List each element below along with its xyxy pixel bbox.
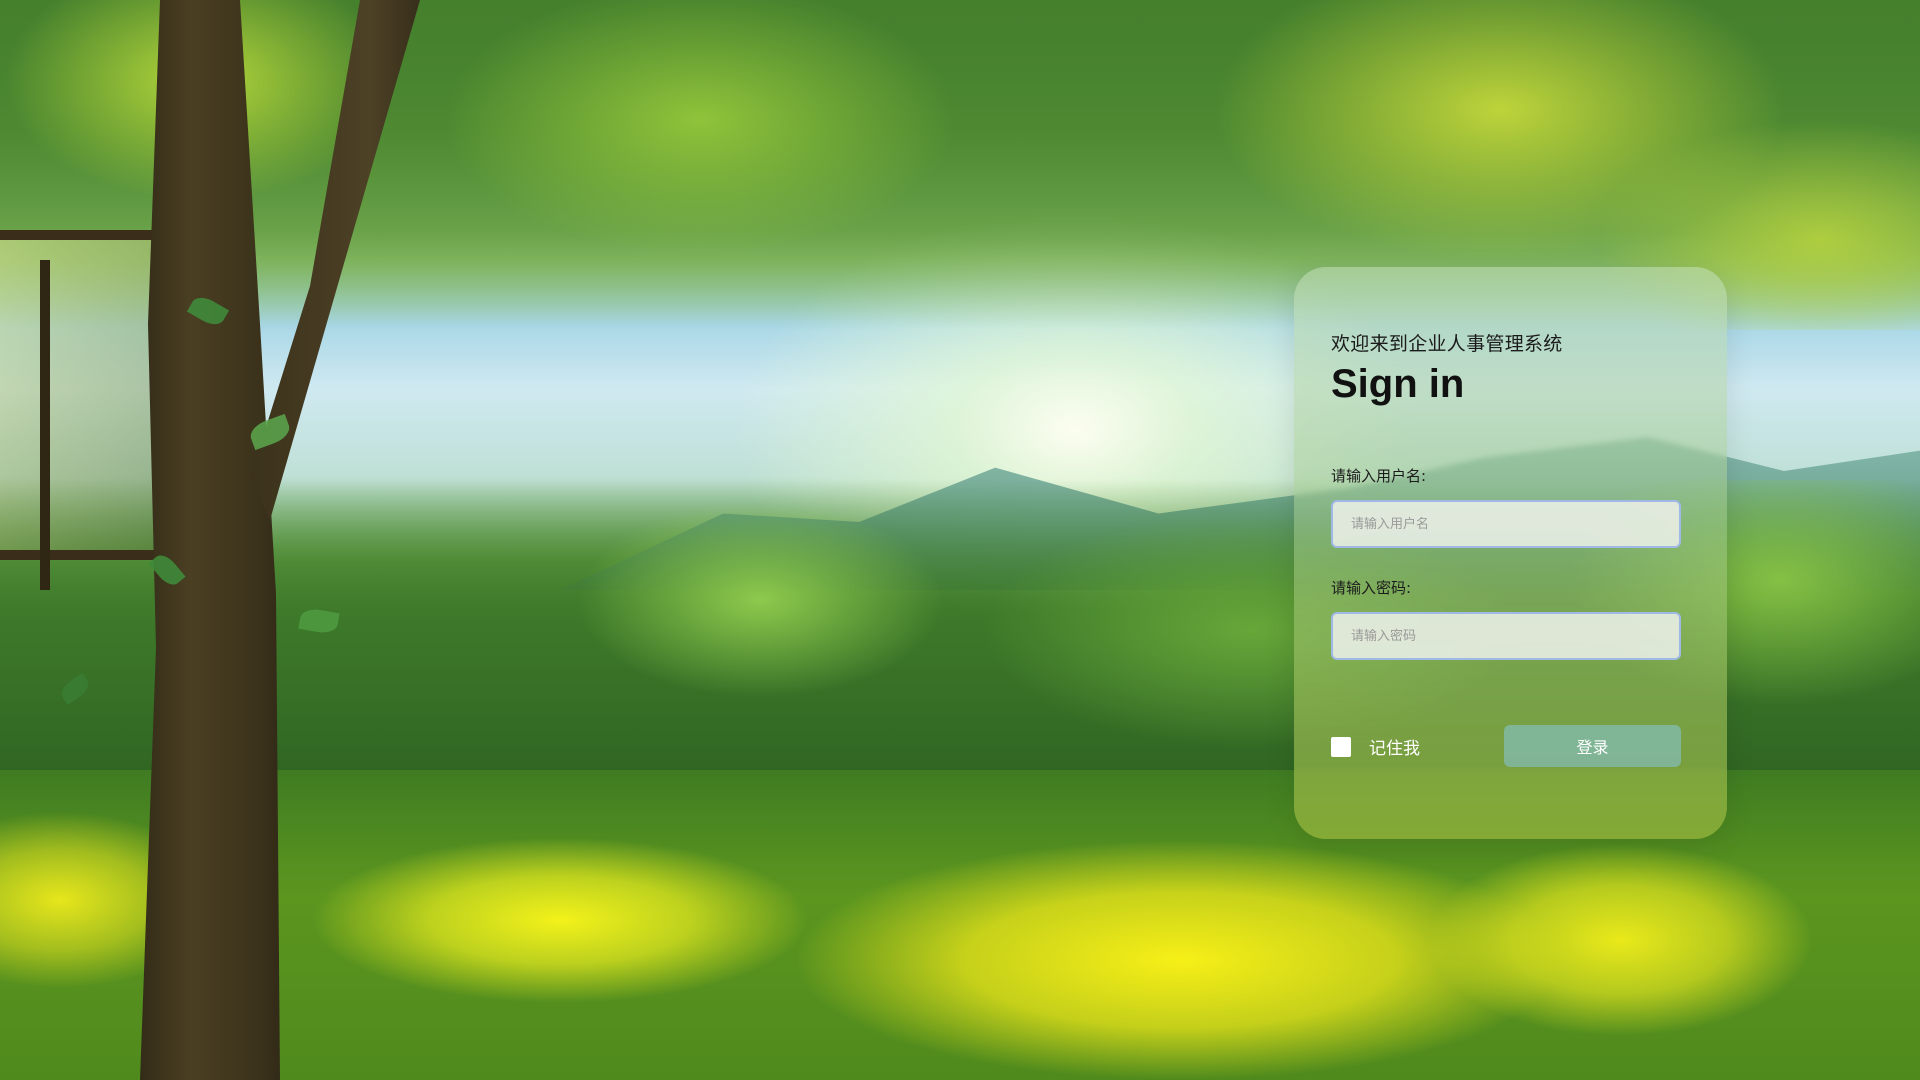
username-label: 请输入用户名:	[1331, 467, 1427, 485]
remember-me-group[interactable]: 记住我	[1331, 734, 1420, 759]
sign-in-title: Sign in	[1331, 362, 1465, 406]
password-label: 请输入密码:	[1331, 579, 1412, 597]
password-input[interactable]	[1331, 612, 1681, 660]
welcome-text: 欢迎来到企业人事管理系统	[1331, 333, 1563, 355]
remember-me-label: 记住我	[1369, 739, 1420, 759]
login-button[interactable]: 登录	[1504, 725, 1681, 767]
username-input[interactable]	[1331, 500, 1681, 548]
treehouse	[0, 230, 165, 560]
remember-me-checkbox[interactable]	[1331, 736, 1351, 757]
treehouse-post	[40, 260, 50, 590]
login-card: 欢迎来到企业人事管理系统 Sign in 请输入用户名: 请输入密码: 记住我 …	[1294, 267, 1727, 839]
